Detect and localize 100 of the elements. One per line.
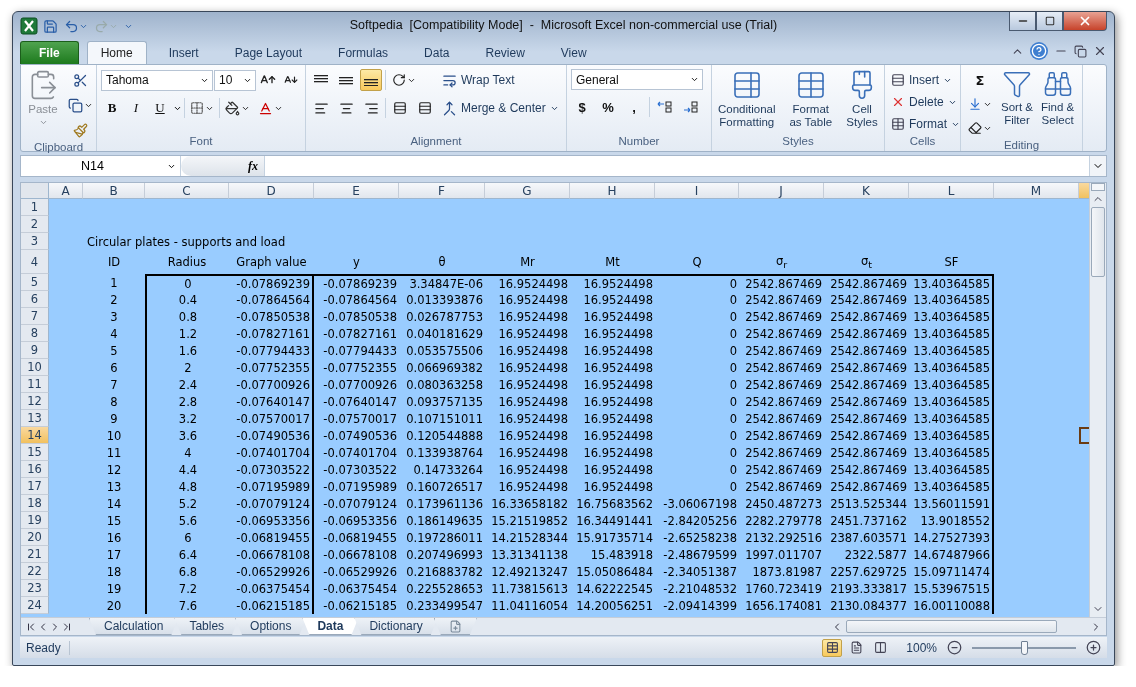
row-header[interactable]: 11	[21, 376, 49, 393]
font-name-field[interactable]: Tahoma	[101, 69, 213, 91]
zoom-slider-thumb[interactable]	[1021, 640, 1028, 655]
merge-center-button[interactable]: Merge & Center	[440, 97, 561, 119]
column-header[interactable]: A	[49, 183, 83, 199]
funnel-icon	[1002, 69, 1032, 99]
wrap-text-button[interactable]: Wrap Text	[440, 69, 561, 91]
row-header[interactable]: 18	[21, 495, 49, 512]
undo-button[interactable]	[63, 18, 89, 34]
column-header[interactable]: K	[824, 183, 909, 199]
row-header[interactable]: 3	[21, 233, 49, 250]
column-header[interactable]: B	[83, 183, 145, 199]
table-cell: -0.07079124	[236, 496, 310, 511]
group-label: Editing	[1002, 139, 1041, 151]
file-tab[interactable]: File	[20, 41, 79, 64]
column-header[interactable]: H	[570, 183, 655, 199]
column-header[interactable]: G	[485, 183, 570, 199]
number-format-field[interactable]: General	[571, 69, 703, 90]
underline-button[interactable]: U	[149, 97, 171, 119]
row-header[interactable]: 9	[21, 342, 49, 359]
row-header[interactable]: 22	[21, 563, 49, 580]
zoom-level[interactable]: 100%	[906, 640, 937, 655]
table-cell: 4.8	[178, 479, 198, 494]
zoom-in-button[interactable]	[1086, 640, 1101, 655]
bottom-align-button[interactable]	[360, 69, 382, 91]
ribbon-tab[interactable]: Data	[410, 41, 464, 64]
bold-button[interactable]: B	[101, 97, 123, 119]
first-sheet-button[interactable]	[25, 620, 37, 633]
italic-button[interactable]: I	[125, 97, 147, 119]
row-header[interactable]: 1	[21, 199, 49, 216]
table-cell: 0.160726517	[406, 479, 483, 494]
column-header[interactable]: J	[739, 183, 824, 199]
find-select-button[interactable]: Find & Select	[1038, 69, 1077, 127]
column-header[interactable]: C	[145, 183, 229, 199]
sheet-tab[interactable]: Dictionary	[354, 618, 438, 635]
ribbon-tab[interactable]: Insert	[154, 41, 213, 64]
format-cells-button[interactable]: Format	[889, 113, 962, 135]
maximize-button[interactable]	[1036, 12, 1063, 31]
percent-button[interactable]: %	[597, 96, 619, 118]
restore-workbook-button[interactable]	[1074, 44, 1087, 58]
row-header[interactable]: 4	[21, 250, 49, 274]
column-header[interactable]: D	[229, 183, 314, 199]
table-cell: 4	[184, 445, 192, 460]
column-header[interactable]: E	[314, 183, 399, 199]
row-header[interactable]: 7	[21, 308, 49, 325]
format-as-table-button[interactable]: Format as Table	[787, 69, 835, 129]
zoom-out-button[interactable]	[947, 640, 962, 655]
normal-view-button[interactable]	[822, 638, 843, 657]
row-header[interactable]: 13	[21, 410, 49, 427]
row-header[interactable]: 23	[21, 580, 49, 597]
table-cell: 2542.867469	[745, 343, 822, 358]
autosum-button[interactable]: Σ	[965, 69, 995, 91]
ribbon-tab[interactable]: Formulas	[324, 41, 403, 64]
row-header[interactable]: 10	[21, 359, 49, 376]
row-header[interactable]: 6	[21, 291, 49, 308]
sheet-tab[interactable]: Calculation	[89, 618, 179, 635]
table-cell: 0.080363258	[406, 377, 483, 392]
ribbon-tab[interactable]: Home	[86, 41, 147, 64]
vertical-scrollbar[interactable]	[1089, 183, 1106, 617]
row-header[interactable]: 15	[21, 444, 49, 461]
column-header[interactable]: L	[909, 183, 994, 199]
ribbon-tab[interactable]: Review	[471, 41, 539, 64]
scroll-thumb[interactable]	[1091, 207, 1105, 277]
column-header[interactable]: M	[994, 183, 1079, 199]
ribbon-tab[interactable]: View	[546, 41, 601, 64]
conditional-formatting-button[interactable]: Conditional Formatting	[716, 69, 778, 129]
row-header[interactable]: 17	[21, 478, 49, 495]
help-button[interactable]	[1030, 42, 1048, 60]
close-workbook-button[interactable]	[1093, 44, 1107, 58]
font-size-field[interactable]: 10	[214, 69, 256, 91]
row-header[interactable]: 19	[21, 512, 49, 529]
save-button[interactable]	[42, 18, 59, 34]
currency-button[interactable]: $	[571, 96, 593, 118]
wrap-text-icon	[442, 72, 457, 88]
column-header[interactable]: F	[399, 183, 485, 199]
row-header[interactable]: 24	[21, 597, 49, 614]
close-button[interactable]	[1063, 12, 1107, 31]
delete-cells-button[interactable]: Delete	[889, 91, 962, 113]
ribbon-tab[interactable]: Page Layout	[220, 41, 317, 64]
row-header[interactable]: 8	[21, 325, 49, 342]
row-header[interactable]: 20	[21, 529, 49, 546]
sheet-tab[interactable]: Data	[302, 618, 359, 635]
scroll-thumb[interactable]	[846, 620, 1057, 633]
cell-styles-button[interactable]: Cell Styles	[844, 69, 880, 129]
column-header[interactable]: I	[655, 183, 739, 199]
row-header[interactable]: 21	[21, 546, 49, 563]
sheet-tab[interactable]: Options	[235, 618, 307, 635]
row-header[interactable]: 2	[21, 216, 49, 233]
align-right-icon	[363, 100, 379, 116]
row-header[interactable]: 16	[21, 461, 49, 478]
comma-button[interactable]: ,	[623, 96, 645, 118]
table-cell: 3.2	[178, 411, 198, 426]
row-header[interactable]: 14	[21, 427, 49, 444]
last-sheet-button[interactable]	[61, 620, 73, 633]
insert-cells-button[interactable]: Insert	[889, 69, 962, 91]
insert-sheet-button[interactable]	[433, 618, 477, 635]
sort-filter-button[interactable]: Sort & Filter	[999, 69, 1035, 127]
minimize-button[interactable]	[1009, 12, 1036, 31]
row-header[interactable]: 12	[21, 393, 49, 410]
row-header[interactable]: 5	[21, 274, 49, 291]
